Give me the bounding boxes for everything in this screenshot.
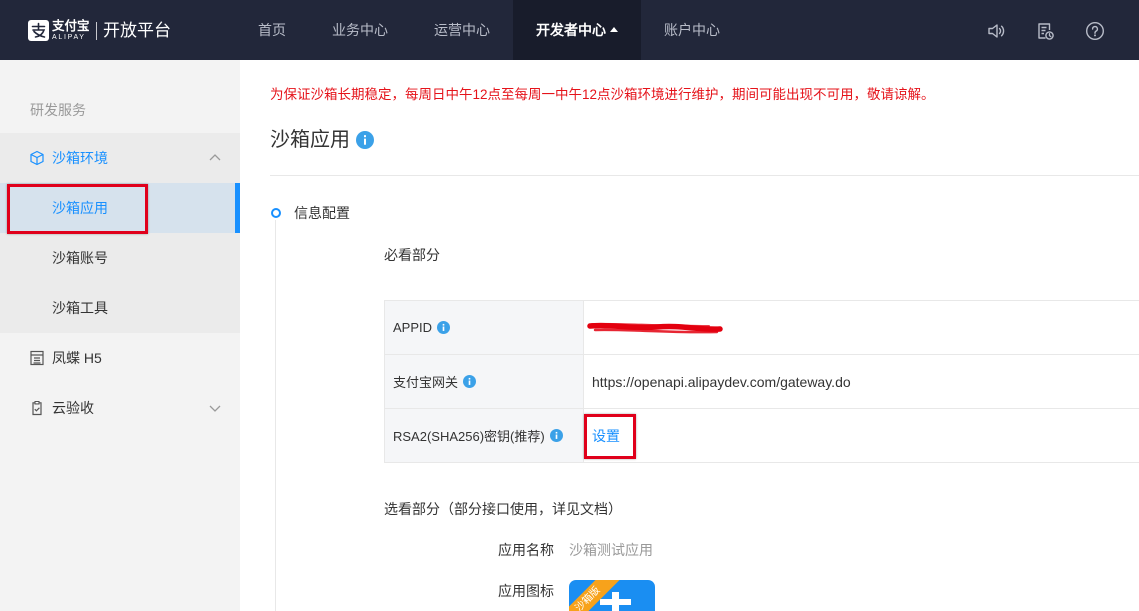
sidebar-item-sandbox-app[interactable]: 沙箱应用	[0, 183, 240, 233]
table-label-cell: APPID	[385, 301, 584, 354]
alipay-logo-icon	[28, 20, 49, 41]
top-nav-bar: 支付宝 ALIPAY 开放平台 首页 业务中心 运营中心 开发者中心 账户中心	[0, 0, 1139, 60]
app-icon-label: 应用图标	[498, 583, 554, 599]
speaker-icon[interactable]	[986, 21, 1006, 41]
app-name-value: 沙箱测试应用	[569, 542, 653, 558]
logo-divider	[96, 22, 97, 40]
page-title: 沙箱应用	[270, 129, 350, 151]
sidebar-list: 凤蝶 H5 云验收	[0, 333, 240, 433]
sidebar-item-label: 沙箱应用	[52, 200, 108, 216]
chevron-up-icon[interactable]	[207, 150, 223, 166]
sidebar-item-sandbox-account[interactable]: 沙箱账号	[0, 233, 240, 283]
gateway-value: https://openapi.alipaydev.com/gateway.do	[592, 373, 851, 390]
app-icon-image: 沙箱版	[569, 580, 655, 611]
table-label-cell: RSA2(SHA256)密钥(推荐)	[385, 409, 584, 462]
sidebar-item-label: 凤蝶 H5	[52, 350, 102, 366]
nav-item-home[interactable]: 首页	[235, 0, 309, 60]
sidebar-item-cloud-acceptance[interactable]: 云验收	[0, 383, 240, 433]
logo-text-cn: 支付宝	[52, 19, 90, 33]
table-row: RSA2(SHA256)密钥(推荐) 设置	[385, 409, 1139, 463]
sidebar-item-label: 云验收	[52, 400, 94, 416]
title-divider	[270, 175, 1139, 176]
sidebar-item-label: 沙箱账号	[52, 250, 108, 266]
required-info-table: APPID 支付宝网关 https://openapi.alipaydev.co…	[384, 300, 1139, 463]
timeline-step-dot	[271, 208, 281, 218]
step-label-info-config: 信息配置	[294, 205, 350, 221]
table-row: APPID	[385, 301, 1139, 355]
sidebar-item-label: 沙箱环境	[52, 150, 108, 166]
nav-item-operations-center[interactable]: 运营中心	[411, 0, 513, 60]
rsa2-key-value: 设置	[584, 409, 1139, 462]
sidebar-item-sandbox-tools[interactable]: 沙箱工具	[0, 283, 240, 333]
info-icon[interactable]	[549, 429, 563, 442]
gateway-label: 支付宝网关	[393, 375, 459, 390]
app-name-label: 应用名称	[498, 542, 554, 558]
nav-item-label: 开发者中心	[536, 22, 606, 38]
info-icon[interactable]	[356, 131, 374, 149]
nav-item-business-center[interactable]: 业务中心	[309, 0, 411, 60]
sidebar-item-fengdie-h5[interactable]: 凤蝶 H5	[0, 333, 240, 383]
appid-value	[584, 301, 1139, 354]
nav-item-developer-center[interactable]: 开发者中心	[513, 0, 641, 60]
info-icon[interactable]	[463, 375, 477, 388]
clipboard-check-icon	[29, 400, 45, 416]
help-icon[interactable]	[1085, 21, 1105, 41]
sidebar-section-title: 研发服务	[30, 102, 86, 118]
main-nav: 首页 业务中心 运营中心 开发者中心 账户中心	[235, 0, 743, 60]
sidebar-item-label: 沙箱工具	[52, 300, 108, 316]
timeline-line	[275, 220, 276, 611]
caret-up-icon	[610, 27, 618, 32]
layout-icon	[29, 350, 45, 366]
chevron-down-icon[interactable]	[207, 400, 223, 416]
logo-text-en: ALIPAY	[52, 34, 86, 41]
alipay-open-platform-logo[interactable]: 支付宝 ALIPAY 开放平台	[0, 0, 185, 60]
main-content: 为保证沙箱长期稳定，每周日中午12点至每周一中午12点沙箱环境进行维护，期间可能…	[240, 60, 1139, 611]
rsa2-key-label: RSA2(SHA256)密钥(推荐)	[393, 429, 545, 444]
sidebar-item-sandbox-env[interactable]: 沙箱环境	[0, 133, 240, 183]
required-section-heading: 必看部分	[384, 247, 440, 263]
info-icon[interactable]	[437, 321, 451, 334]
sidebar-group-sandbox: 沙箱环境 沙箱应用 沙箱账号 沙箱工具	[0, 133, 240, 333]
cube-icon	[29, 150, 45, 166]
sidebar: 研发服务 沙箱环境 沙箱应用 沙箱账号 沙箱工具 凤蝶 H5 云验收	[0, 60, 240, 611]
rsa2-key-setup-link[interactable]: 设置	[592, 426, 620, 446]
nav-item-account-center[interactable]: 账户中心	[641, 0, 743, 60]
document-clock-icon[interactable]	[1035, 21, 1055, 41]
optional-section-heading: 选看部分（部分接口使用，详见文档）	[384, 501, 622, 517]
redaction-scribble	[587, 322, 723, 333]
maintenance-notice: 为保证沙箱长期稳定，每周日中午12点至每周一中午12点沙箱环境进行维护，期间可能…	[270, 87, 935, 102]
platform-name: 开放平台	[103, 21, 171, 40]
table-row: 支付宝网关 https://openapi.alipaydev.com/gate…	[385, 355, 1139, 409]
table-label-cell: 支付宝网关	[385, 355, 584, 408]
appid-label: APPID	[393, 320, 433, 335]
alipay-glyph	[600, 599, 631, 605]
